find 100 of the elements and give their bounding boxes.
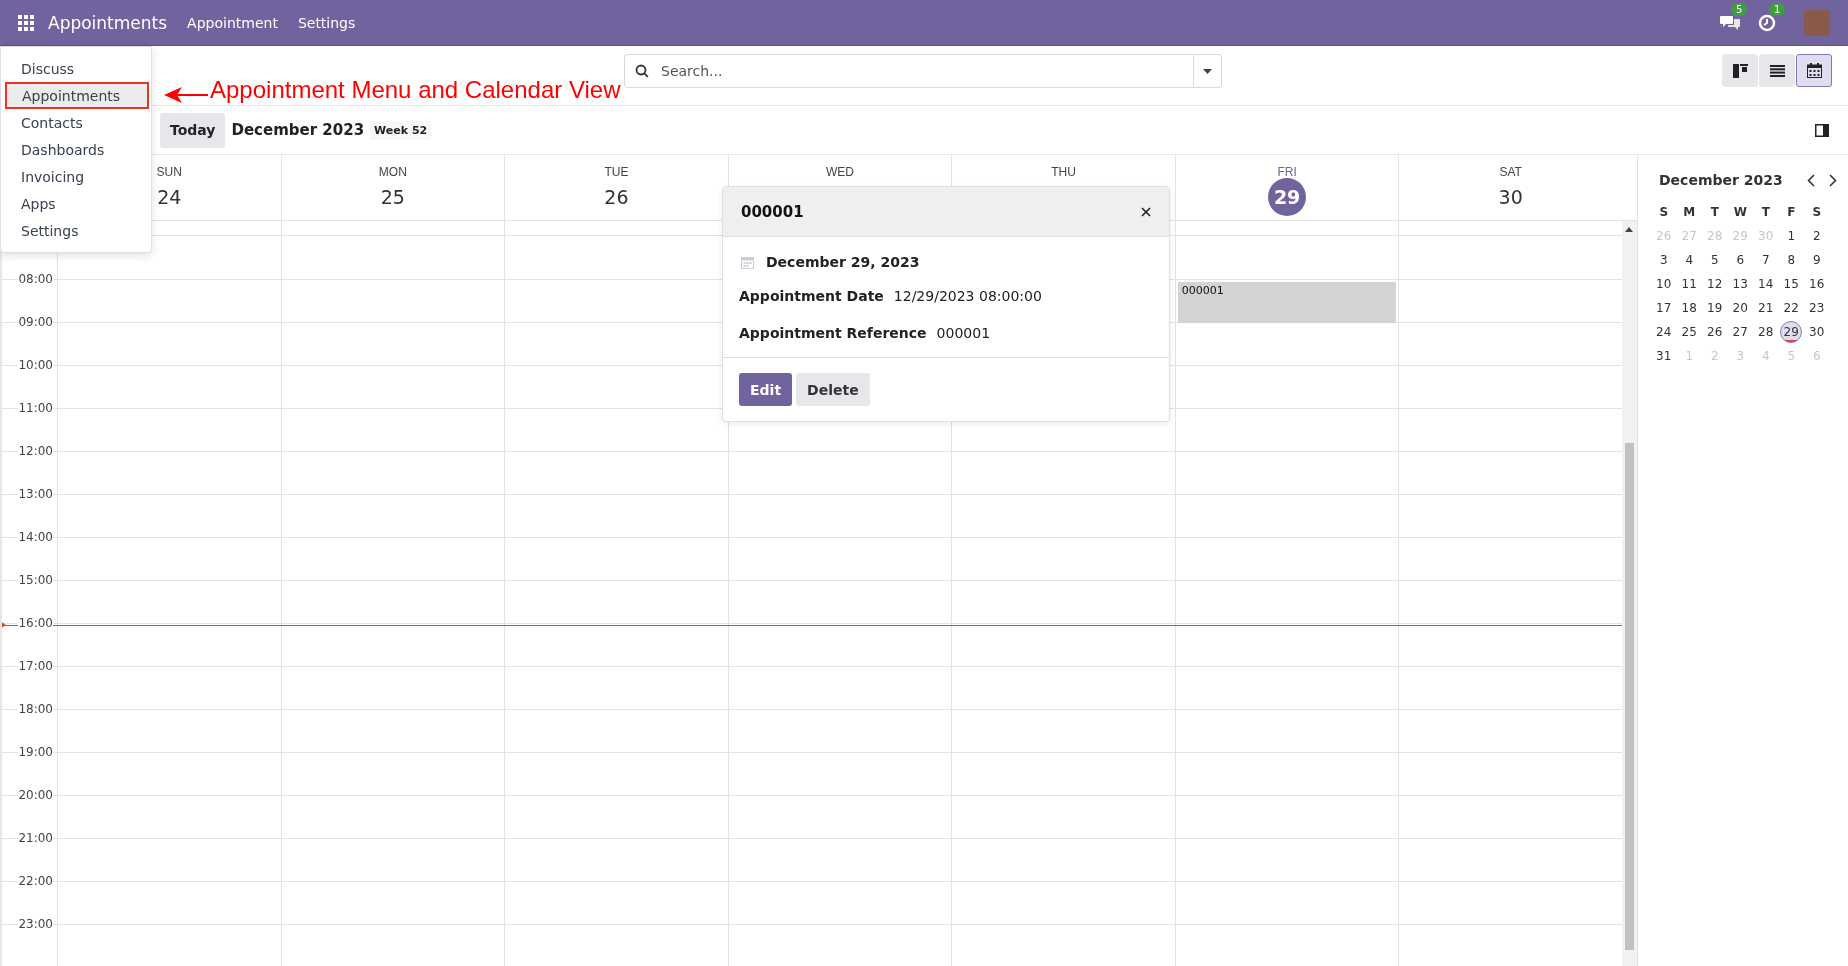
time-label: 19:00 (18, 745, 53, 759)
mini-calendar-day[interactable]: 31 (1651, 344, 1677, 368)
app-name[interactable]: Appointments (48, 12, 168, 33)
time-label: 16:00 (18, 616, 53, 630)
field-value: 12/29/2023 08:00:00 (893, 287, 1042, 304)
time-label: 23:00 (18, 917, 53, 931)
mini-calendar-day[interactable]: 26 (1702, 320, 1728, 344)
mini-calendar-day[interactable]: 23 (1804, 296, 1830, 320)
counter-badge: 5 (1731, 2, 1748, 16)
mini-calendar-day[interactable]: 21 (1753, 296, 1779, 320)
scrollbar[interactable] (1622, 221, 1637, 966)
menu-item[interactable]: Dashboards (1, 136, 151, 163)
weekday-label: S (1658, 204, 1670, 221)
mini-calendar-day[interactable]: 22 (1778, 296, 1804, 320)
mini-calendar-day[interactable]: 17 (1651, 296, 1677, 320)
menu-item[interactable]: Settings (1, 217, 151, 244)
day-number[interactable]: 25 (373, 178, 412, 216)
chevron-right-icon[interactable] (1828, 173, 1837, 187)
dropdown-toggle[interactable] (1194, 54, 1222, 88)
field-label: Appointment Reference (739, 324, 927, 341)
mini-calendar-day[interactable]: 11 (1676, 272, 1702, 296)
close-icon[interactable] (1141, 206, 1151, 217)
mini-calendar-day[interactable]: 13 (1727, 272, 1753, 296)
mini-calendar-day[interactable]: 29 (1780, 321, 1803, 343)
calendar-view-button[interactable] (1796, 54, 1832, 87)
scrollbar-thumb[interactable] (1625, 443, 1634, 950)
delete-button[interactable]: Delete (796, 373, 870, 406)
clock-icon[interactable] (1758, 13, 1776, 32)
day-number[interactable]: 26 (597, 178, 636, 216)
time-label: 13:00 (18, 487, 53, 501)
mini-calendar-day[interactable]: 2 (1804, 224, 1830, 248)
search-field[interactable]: Search... (624, 54, 1194, 88)
time-label: 17:00 (18, 659, 53, 673)
field-label: Appointment Date (739, 287, 884, 304)
mini-calendar-day[interactable]: 28 (1753, 320, 1779, 344)
mini-calendar-day[interactable]: 19 (1702, 296, 1728, 320)
period-title: December 2023 (231, 121, 365, 139)
annotation-text: Appointment Menu and Calendar View (210, 76, 621, 104)
day-number[interactable]: 24 (150, 178, 189, 216)
menu-item[interactable]: Invoicing (1, 163, 151, 190)
calendar-icon (1806, 63, 1822, 78)
mini-calendar-day[interactable]: 12 (1702, 272, 1728, 296)
time-label: 14:00 (18, 530, 53, 544)
mini-calendar-day[interactable]: 6 (1727, 248, 1753, 272)
weekday-label: W (1732, 204, 1748, 221)
counter-badge: 1 (1769, 2, 1786, 16)
calendar-icon (741, 255, 754, 269)
event-date: December 29, 2023 (766, 254, 920, 270)
weekday-label: WED (826, 165, 854, 179)
menu-item[interactable]: Appointments (5, 82, 149, 109)
list-view-button[interactable] (1759, 54, 1795, 87)
weekday-label: TUE (604, 165, 629, 179)
list-icon (1769, 64, 1785, 77)
mini-calendar-day[interactable]: 14 (1753, 272, 1779, 296)
scroll-up-arrow-icon[interactable] (1625, 227, 1633, 232)
time-label: 18:00 (18, 702, 53, 716)
mini-calendar-day[interactable]: 4 (1676, 248, 1702, 272)
mini-calendar-title: December 2023 (1659, 172, 1783, 188)
kanban-view-button[interactable] (1722, 54, 1758, 87)
nav-menu-item[interactable]: Appointment (187, 14, 278, 31)
weekday-label: FRI (1277, 165, 1297, 179)
weekday-label: T (1709, 204, 1720, 221)
mini-calendar-day[interactable]: 9 (1804, 248, 1830, 272)
day-number[interactable]: 29 (1268, 178, 1307, 216)
menu-item[interactable]: Apps (1, 190, 151, 217)
mini-calendar-day[interactable]: 30 (1804, 320, 1830, 344)
chat-icon[interactable] (1720, 13, 1740, 32)
time-label: 09:00 (18, 315, 53, 329)
mini-calendar-day[interactable]: 3 (1651, 248, 1677, 272)
weekday-label: MON (378, 165, 407, 179)
mini-calendar-day[interactable]: 5 (1702, 248, 1728, 272)
sidebar-toggle-icon[interactable] (1815, 123, 1829, 137)
calendar-event[interactable]: 000001 (1177, 282, 1397, 323)
weekday-label: SAT (1499, 165, 1522, 179)
mini-calendar-day[interactable]: 18 (1676, 296, 1702, 320)
nav-menu-item[interactable]: Settings (297, 14, 356, 31)
popover-title: 000001 (741, 202, 804, 221)
time-label: 15:00 (18, 573, 53, 587)
mini-calendar-day[interactable]: 8 (1778, 248, 1804, 272)
today-button[interactable]: Today (160, 112, 226, 148)
week-badge: Week 52 (370, 120, 432, 140)
search-icon (635, 64, 649, 78)
mini-calendar-day[interactable]: 20 (1727, 296, 1753, 320)
field-value: 000001 (936, 324, 991, 341)
annotation-arrow (164, 86, 208, 104)
mini-calendar-day[interactable]: 1 (1778, 224, 1804, 248)
day-number[interactable]: 30 (1491, 178, 1530, 216)
edit-button[interactable]: Edit (739, 373, 793, 406)
mini-calendar-day[interactable]: 24 (1651, 320, 1677, 344)
grid-icon[interactable] (18, 14, 34, 31)
mini-calendar-day[interactable]: 16 (1804, 272, 1830, 296)
mini-calendar-day[interactable]: 7 (1753, 248, 1779, 272)
mini-calendar-day[interactable]: 25 (1676, 320, 1702, 344)
mini-calendar-day[interactable]: 15 (1778, 272, 1804, 296)
menu-item[interactable]: Contacts (1, 109, 151, 136)
menu-item[interactable]: Discuss (1, 55, 151, 82)
weekday-label: THU (1051, 165, 1076, 179)
mini-calendar-day[interactable]: 10 (1651, 272, 1677, 296)
chevron-left-icon[interactable] (1806, 173, 1815, 187)
mini-calendar-day[interactable]: 27 (1727, 320, 1753, 344)
